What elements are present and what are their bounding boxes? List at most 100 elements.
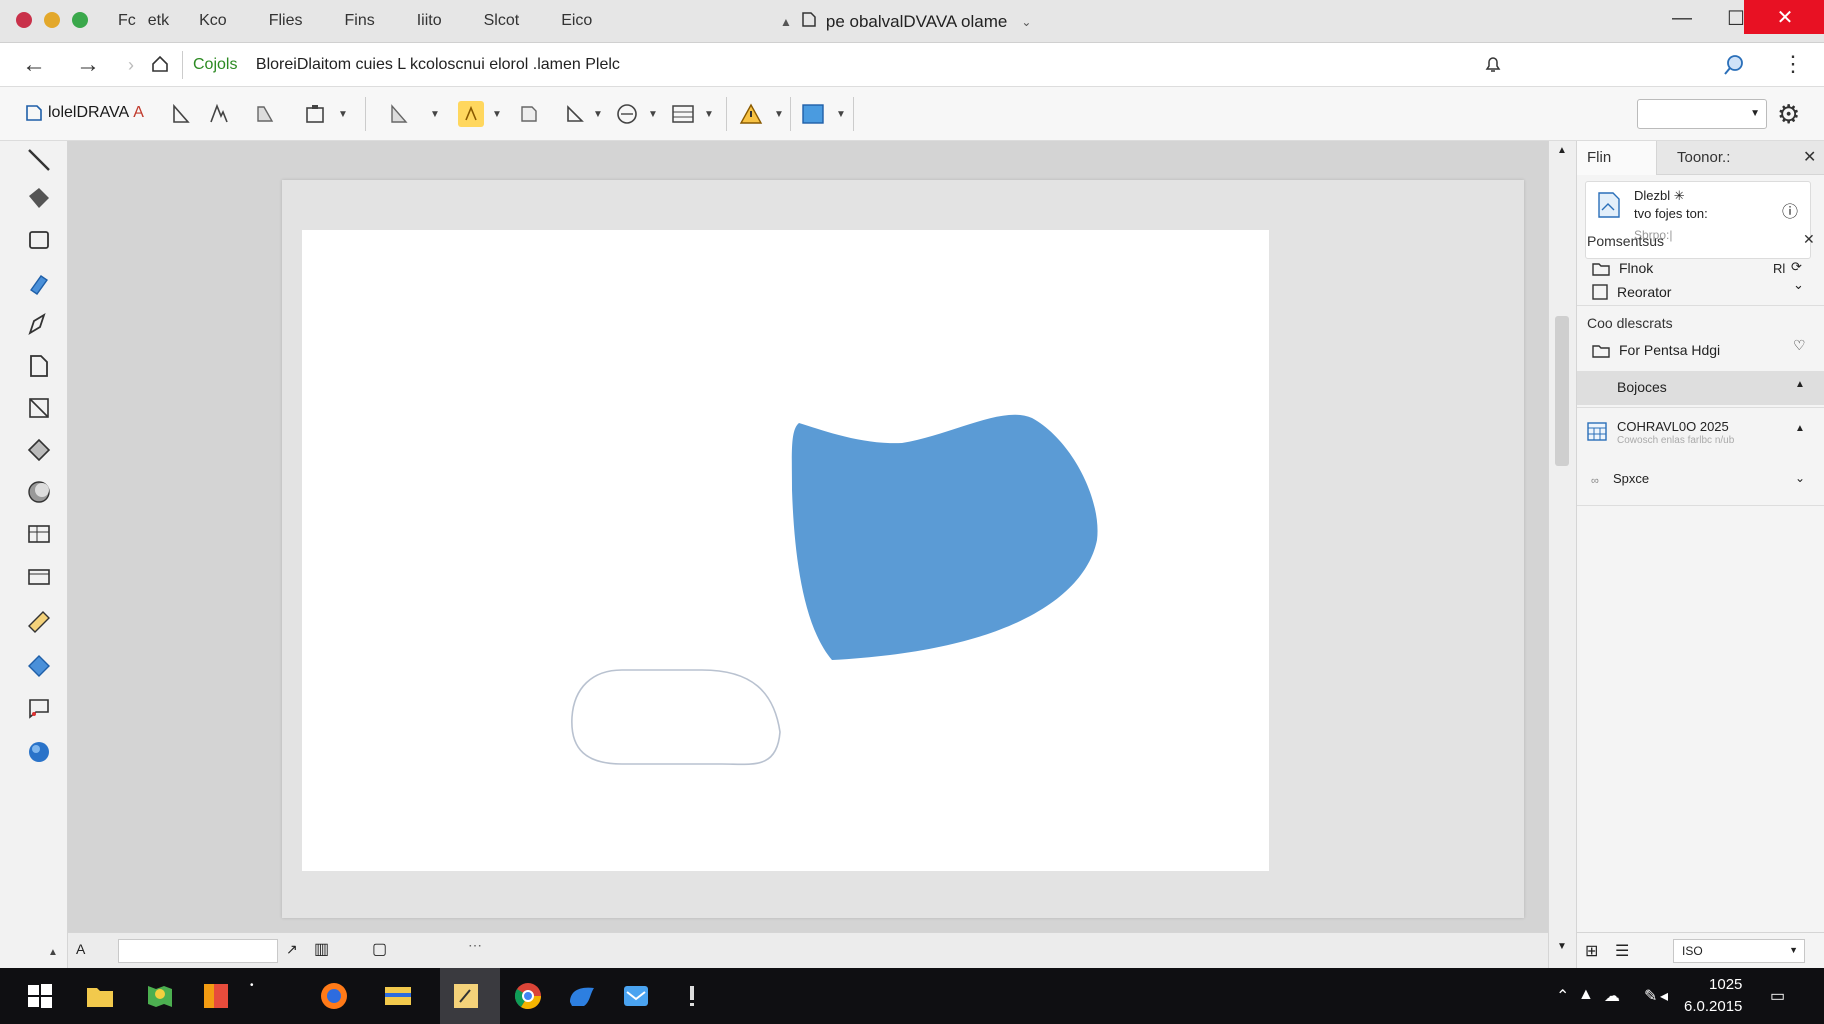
close-dot-icon[interactable]	[16, 12, 32, 28]
menu-item[interactable]: Eico	[561, 12, 592, 30]
forward-arrow-icon[interactable]: →	[76, 51, 100, 79]
maximize-dot-icon[interactable]	[72, 12, 88, 28]
crop-tool-icon[interactable]	[252, 101, 278, 127]
bell-icon[interactable]	[1482, 53, 1504, 82]
chevron-down-icon[interactable]: ▼	[774, 109, 784, 120]
chevron-down-icon[interactable]: ▼	[836, 109, 846, 120]
close-icon[interactable]: ✕	[1803, 147, 1816, 167]
page-tool-icon[interactable]	[22, 349, 56, 383]
tool-indicator-icon[interactable]: A	[76, 941, 85, 957]
section1-extra[interactable]: Rl	[1773, 261, 1785, 276]
pen-tool-icon[interactable]	[22, 143, 56, 177]
chevron-down-icon[interactable]: ⌄	[1795, 471, 1805, 485]
selected-row[interactable]: Bojoces ▲	[1577, 371, 1824, 405]
pointer-icon[interactable]: ↗	[286, 941, 298, 958]
columns-icon[interactable]: ▥	[314, 939, 329, 959]
folder-icon[interactable]	[382, 980, 414, 1012]
list-item[interactable]: Flnok	[1591, 259, 1653, 277]
chevron-down-icon[interactable]: ⌄	[1021, 15, 1031, 29]
space-item[interactable]: Spxce	[1613, 471, 1649, 486]
battery-icon[interactable]: ▭	[1770, 986, 1785, 1006]
menu-item[interactable]: Kco	[199, 12, 227, 30]
color-swatch-icon[interactable]	[800, 101, 826, 127]
unit-select[interactable]: ISO ▼	[1673, 939, 1805, 963]
cloud-icon[interactable]: ☁	[1604, 986, 1620, 1006]
system-clock[interactable]: 1025 6.0.2015	[1684, 974, 1742, 1018]
bezier-tool-icon[interactable]	[22, 181, 56, 215]
close-icon[interactable]: ✕	[1803, 231, 1815, 248]
knife-tool-icon[interactable]	[22, 391, 56, 425]
chevron-down-icon[interactable]: ⌄	[1793, 277, 1804, 293]
heart-icon[interactable]: ♡	[1793, 337, 1806, 354]
file-explorer-icon[interactable]	[84, 980, 116, 1012]
pen-nib-icon[interactable]	[22, 307, 56, 341]
minimize-button[interactable]: —	[1652, 4, 1712, 32]
windows-start-icon[interactable]	[24, 980, 56, 1012]
chevron-down-icon[interactable]: ▼	[593, 109, 603, 120]
chevron-down-icon[interactable]: ▼	[430, 109, 440, 120]
rounded-outline-shape[interactable]	[571, 669, 781, 766]
scrollbar-thumb[interactable]	[1555, 316, 1569, 466]
chevron-up-icon[interactable]: ▲	[1795, 379, 1805, 390]
warning-icon[interactable]	[738, 101, 764, 127]
home-icon[interactable]	[150, 53, 170, 81]
clipboard-icon[interactable]	[302, 101, 328, 127]
firefox-icon[interactable]	[318, 980, 350, 1012]
gear-icon[interactable]: ⚙	[1777, 99, 1800, 130]
list-item[interactable]: For Pentsa Hdgi	[1591, 341, 1720, 359]
fill-tool-icon[interactable]	[386, 101, 412, 127]
mail-app-icon[interactable]	[620, 980, 652, 1012]
scroll-down-icon[interactable]: ▼	[1557, 941, 1567, 952]
highlight-text-icon[interactable]	[458, 101, 484, 127]
table-tool-icon[interactable]	[670, 101, 696, 127]
shape-tool-icon[interactable]	[168, 101, 194, 127]
chevron-up-icon[interactable]: ▲	[1795, 423, 1805, 434]
page-view-icon[interactable]: ▢	[372, 939, 387, 959]
refresh-icon[interactable]: ⟳	[1791, 259, 1802, 275]
sticky-notes-icon[interactable]	[450, 980, 482, 1012]
table-tool-icon[interactable]	[22, 517, 56, 551]
status-input[interactable]	[118, 939, 278, 963]
tab-files[interactable]: Flin	[1577, 141, 1657, 175]
brush-tool-icon[interactable]	[22, 265, 56, 299]
office-app-icon[interactable]	[200, 980, 232, 1012]
maps-app-icon[interactable]	[144, 980, 176, 1012]
zoom-select[interactable]: ▼	[1637, 99, 1767, 129]
ellipse-tool-icon[interactable]	[22, 475, 56, 509]
chevron-up-icon[interactable]: ⌃	[1556, 986, 1569, 1006]
menu-item[interactable]: Iiito	[417, 12, 442, 30]
chevron-down-icon[interactable]: ▼	[648, 109, 658, 120]
chevron-down-icon[interactable]: ▼	[492, 109, 502, 120]
menu-item[interactable]: Fins	[344, 12, 374, 30]
page-icon[interactable]	[516, 101, 542, 127]
scroll-up-icon[interactable]: ▲	[1557, 145, 1567, 156]
chrome-icon[interactable]	[512, 980, 544, 1012]
circle-tool-icon[interactable]	[614, 101, 640, 127]
speaker-icon[interactable]: ◂	[1660, 986, 1668, 1006]
list-item[interactable]: Reorator	[1591, 283, 1671, 301]
terminal-icon[interactable]	[676, 980, 708, 1012]
wifi-icon[interactable]: ▲	[1578, 986, 1594, 1004]
rectangle-tool-icon[interactable]	[22, 223, 56, 257]
info-icon[interactable]: ⓘ	[1782, 198, 1798, 222]
corel-app-icon[interactable]	[566, 980, 598, 1012]
menu-item[interactable]: Slcot	[484, 12, 520, 30]
tab-toolbar[interactable]: Toonor.:	[1677, 149, 1730, 166]
vertical-scrollbar[interactable]: ▲ ▼	[1548, 141, 1576, 968]
search-icon[interactable]	[1722, 53, 1746, 84]
chevron-down-icon[interactable]: ▼	[338, 109, 348, 120]
checkbox-icon[interactable]	[1591, 283, 1609, 301]
transform-icon[interactable]	[562, 101, 588, 127]
blue-blob-shape[interactable]	[791, 414, 1098, 660]
document-title[interactable]: ▲ pe obalvalDVAVA olame ⌄	[780, 10, 1031, 33]
speech-bubble-icon[interactable]	[22, 691, 56, 725]
menu-item[interactable]: Flies	[269, 12, 303, 30]
pen-icon[interactable]: ✎	[1644, 986, 1657, 1006]
folder-tool-icon[interactable]	[22, 559, 56, 593]
chevron-down-icon[interactable]: ▼	[704, 109, 714, 120]
ruler-tool-icon[interactable]	[22, 603, 56, 637]
grid-icon[interactable]: ⊞	[1585, 941, 1598, 961]
globe-icon[interactable]	[22, 735, 56, 769]
menu-item[interactable]: Fc	[118, 12, 136, 30]
menu-item[interactable]: etk	[148, 12, 169, 30]
